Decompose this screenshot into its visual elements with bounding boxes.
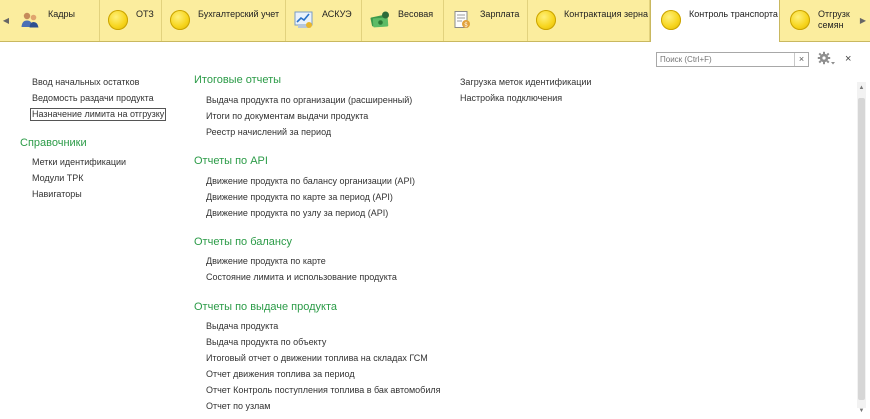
link-report[interactable]: Состояние лимита и использование продукт… (206, 272, 397, 283)
tab-kontraktatsiya-zerna[interactable]: Контрактация зерна (528, 0, 650, 41)
tab-otz[interactable]: ОТЗ (100, 0, 162, 41)
link-vvod-nachalnyh-ostatkov[interactable]: Ввод начальных остатков (32, 77, 139, 88)
header-otchety-po-vydache: Отчеты по выдаче продукта (194, 301, 337, 313)
link-moduli-trk[interactable]: Модули ТРК (32, 173, 83, 184)
link-report[interactable]: Выдача продукта (206, 321, 278, 332)
link-navigatory[interactable]: Навигаторы (32, 189, 82, 200)
yellow-circle-icon (108, 10, 128, 30)
yellow-circle-icon (661, 10, 681, 30)
sections-bar: ◀ Кадры ОТЗ Бухгалтерский учет АСКУЭ Вес… (0, 0, 870, 42)
tab-label: Контроль транспорта (689, 9, 778, 19)
tab-askue[interactable]: АСКУЭ (286, 0, 362, 41)
scrollbar-thumb[interactable] (858, 98, 865, 400)
document-icon: $ (454, 11, 470, 29)
link-report[interactable]: Реестр начислений за период (206, 127, 331, 138)
tab-label: Кадры (48, 9, 75, 19)
scroll-left-arrow-icon[interactable]: ◀ (0, 0, 12, 41)
chart-icon (294, 11, 313, 28)
link-naznachenie-limita[interactable]: Назначение лимита на отгрузку (30, 108, 167, 121)
scroll-up-arrow-icon[interactable]: ▲ (857, 84, 866, 93)
link-report[interactable]: Движение продукта по узлу за период (API… (206, 208, 388, 219)
tab-otgruzka-semyan[interactable]: Отгрузка семян (780, 0, 856, 41)
tab-label: Зарплата (480, 9, 520, 19)
scroll-right-arrow-icon[interactable]: ▶ (856, 0, 870, 41)
tab-buhgalterskiy-uchet[interactable]: Бухгалтерский учет (162, 0, 286, 41)
link-report[interactable]: Выдача продукта по объекту (206, 337, 326, 348)
link-metki-identifikatsii[interactable]: Метки идентификации (32, 157, 126, 168)
tab-label: Отгрузка семян (818, 9, 850, 30)
tab-vesovaya[interactable]: Весовая (362, 0, 444, 41)
link-report[interactable]: Итоги по документам выдачи продукта (206, 111, 368, 122)
yellow-circle-icon (790, 10, 810, 30)
tab-kontrol-transporta[interactable]: Контроль транспорта (650, 0, 780, 42)
close-button[interactable]: × (845, 54, 851, 65)
search-box: × (656, 52, 809, 67)
link-report[interactable]: Движение продукта по карте за период (AP… (206, 192, 393, 203)
yellow-circle-icon (170, 10, 190, 30)
tab-label: Контрактация зерна (564, 9, 648, 19)
link-report[interactable]: Выдача продукта по организации (расширен… (206, 95, 412, 106)
users-icon (21, 12, 39, 28)
search-input[interactable] (657, 53, 801, 66)
link-report[interactable]: Движение продукта по карте (206, 256, 326, 267)
link-report[interactable]: Отчет движения топлива за период (206, 369, 355, 380)
tab-label: Бухгалтерский учет (198, 9, 280, 19)
link-nastroyka-podklyucheniya[interactable]: Настройка подключения (460, 93, 562, 104)
scroll-down-arrow-icon[interactable]: ▼ (857, 407, 866, 416)
header-otchety-po-balansu: Отчеты по балансу (194, 236, 292, 248)
yellow-circle-icon (536, 10, 556, 30)
header-otchety-po-api: Отчеты по API (194, 155, 268, 167)
tab-label: Весовая (398, 9, 434, 19)
link-report[interactable]: Отчет Контроль поступления топлива в бак… (206, 385, 441, 396)
tab-label: АСКУЭ (322, 9, 352, 19)
tab-zarplata[interactable]: $ Зарплата (444, 0, 528, 41)
svg-text:$: $ (464, 22, 468, 29)
gear-icon[interactable] (816, 51, 836, 67)
link-report[interactable]: Движение продукта по балансу организации… (206, 176, 415, 187)
tab-label: ОТЗ (136, 9, 154, 19)
tab-kadry[interactable]: Кадры (12, 0, 100, 41)
link-report[interactable]: Отчет по узлам (206, 401, 271, 412)
money-icon (370, 11, 389, 28)
header-itogovye-otchety: Итоговые отчеты (194, 74, 282, 86)
header-spravochniki: Справочники (20, 137, 87, 149)
link-zagruzka-metok[interactable]: Загрузка меток идентификации (460, 77, 591, 88)
link-vedomost-razdachi-produkta[interactable]: Ведомость раздачи продукта (32, 93, 154, 104)
clear-search-button[interactable]: × (794, 53, 808, 66)
link-report[interactable]: Итоговый отчет о движении топлива на скл… (206, 353, 428, 364)
